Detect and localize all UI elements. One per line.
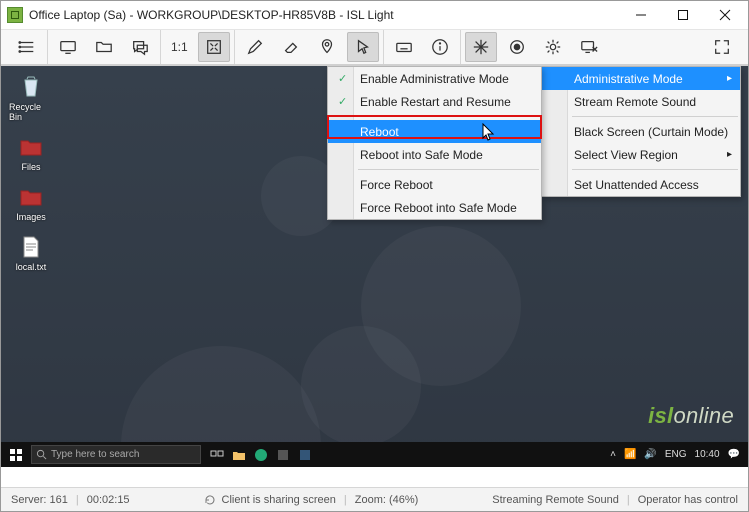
menu-item-force-reboot[interactable]: Force Reboot <box>328 173 541 196</box>
start-button[interactable] <box>1 442 31 467</box>
tray-network-icon[interactable]: 📶 <box>624 449 636 460</box>
menu-item-stream-sound[interactable]: Stream Remote Sound <box>542 90 740 113</box>
folder-red-icon <box>18 134 44 160</box>
pointer-icon[interactable] <box>347 32 379 62</box>
status-stream: Streaming Remote Sound <box>492 494 619 506</box>
folder-icon[interactable] <box>88 32 120 62</box>
tray-notifications-icon[interactable]: 💬 <box>728 449 740 460</box>
tools-menu: Administrative Mode Stream Remote Sound … <box>541 66 741 197</box>
desktop-icon-images[interactable]: Images <box>9 184 53 222</box>
menu-item-reboot-safe[interactable]: Reboot into Safe Mode <box>328 143 541 166</box>
record-icon[interactable] <box>501 32 533 62</box>
remote-taskbar[interactable]: Type here to search ˄ 📶 🔊 ENG 10:40 💬 <box>1 442 748 467</box>
info-icon[interactable] <box>424 32 456 62</box>
menu-item-unattended[interactable]: Set Unattended Access <box>542 173 740 196</box>
maximize-button[interactable] <box>662 1 704 29</box>
desktop-icon-label: local.txt <box>16 262 47 272</box>
fullscreen-icon[interactable] <box>706 32 738 62</box>
app-icon <box>7 7 23 23</box>
menu-item-enable-admin[interactable]: Enable Administrative Mode <box>328 67 541 90</box>
tray-volume-icon[interactable]: 🔊 <box>644 449 656 460</box>
desktop-icon-label: Files <box>21 162 40 172</box>
gear-icon[interactable] <box>537 32 569 62</box>
desktop-icon-label: Recycle Bin <box>9 102 53 122</box>
status-time: 00:02:15 <box>87 494 130 506</box>
status-bar: Server: 161 | 00:02:15 Client is sharing… <box>1 487 748 511</box>
admin-mode-submenu: Enable Administrative Mode Enable Restar… <box>327 66 542 220</box>
menu-item-black-screen[interactable]: Black Screen (Curtain Mode) <box>542 120 740 143</box>
pencil-icon[interactable] <box>239 32 271 62</box>
status-control: Operator has control <box>638 494 738 506</box>
tray-chevron-icon[interactable]: ˄ <box>610 449 616 460</box>
app-pin-icon[interactable] <box>297 447 313 463</box>
app-pin-icon[interactable] <box>275 447 291 463</box>
desktop-icon-recyclebin[interactable]: Recycle Bin <box>9 74 53 122</box>
folder-red-icon <box>18 184 44 210</box>
edge-icon[interactable] <box>253 447 269 463</box>
menu-item-reboot[interactable]: Reboot <box>328 120 541 143</box>
status-zoom: Zoom: (46%) <box>355 494 419 506</box>
desktop-icons: Recycle Bin Files Images local.txt <box>9 74 53 272</box>
session-list-icon[interactable] <box>11 32 43 62</box>
desktop-icon-files[interactable]: Files <box>9 134 53 172</box>
explorer-icon[interactable] <box>231 447 247 463</box>
search-placeholder: Type here to search <box>51 449 139 460</box>
chat-icon[interactable] <box>124 32 156 62</box>
monitor-icon[interactable] <box>52 32 84 62</box>
taskbar-search-input[interactable]: Type here to search <box>31 445 201 464</box>
tray-clock[interactable]: 10:40 <box>695 449 720 460</box>
tools-icon[interactable] <box>465 32 497 62</box>
desktop-icon-label: Images <box>16 212 46 222</box>
minimize-button[interactable] <box>620 1 662 29</box>
desktop-icon-localtxt[interactable]: local.txt <box>9 234 53 272</box>
toolbar: 1:1 <box>1 30 748 65</box>
zoom-1to1-button[interactable]: 1:1 <box>165 32 194 62</box>
tray-lang[interactable]: ENG <box>665 449 687 460</box>
menu-item-admin-mode[interactable]: Administrative Mode <box>542 67 740 90</box>
keyboard-icon[interactable] <box>388 32 420 62</box>
status-share: Client is sharing screen <box>222 494 336 506</box>
eraser-icon[interactable] <box>275 32 307 62</box>
isl-logo: islonline <box>648 403 734 429</box>
taskview-icon[interactable] <box>209 447 225 463</box>
end-session-icon[interactable] <box>573 32 605 62</box>
refresh-icon <box>204 494 216 506</box>
text-file-icon <box>18 234 44 260</box>
window-title: Office Laptop (Sa) - WORKGROUP\DESKTOP-H… <box>29 8 620 22</box>
recycle-bin-icon <box>18 74 44 100</box>
marker-icon[interactable] <box>311 32 343 62</box>
menu-item-enable-restart[interactable]: Enable Restart and Resume <box>328 90 541 113</box>
zoom-label: 1:1 <box>171 40 188 54</box>
fit-screen-icon[interactable] <box>198 32 230 62</box>
close-button[interactable] <box>704 1 746 29</box>
menu-item-view-region[interactable]: Select View Region <box>542 143 740 166</box>
menu-item-force-reboot-safe[interactable]: Force Reboot into Safe Mode <box>328 196 541 219</box>
status-server: Server: 161 <box>11 494 68 506</box>
